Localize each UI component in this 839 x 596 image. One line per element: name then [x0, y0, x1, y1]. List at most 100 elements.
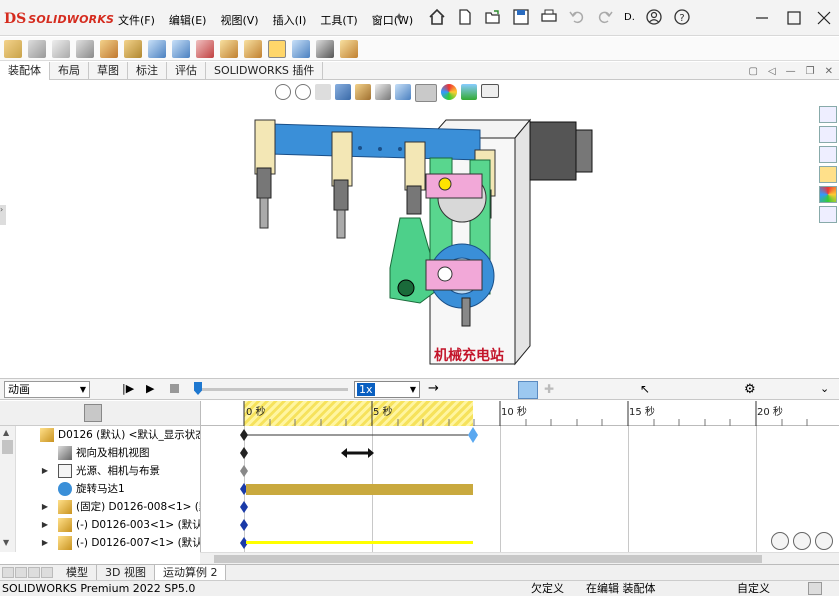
playback-slider-track[interactable]: [194, 388, 348, 391]
timeline-scrollbar[interactable]: [200, 552, 839, 564]
new-document-icon[interactable]: [456, 8, 474, 26]
new-motion-study-icon[interactable]: [220, 40, 238, 58]
mate-icon[interactable]: [28, 40, 46, 58]
menu-view[interactable]: 视图(V): [220, 12, 258, 28]
unit-system[interactable]: 自定义: [737, 581, 770, 596]
save-animation-icon[interactable]: [460, 382, 478, 400]
display-style-icon[interactable]: [395, 84, 411, 100]
move-component-icon[interactable]: [124, 40, 142, 58]
task-pane-home-icon[interactable]: [819, 106, 837, 123]
collapse-all-icon[interactable]: [174, 405, 192, 423]
zoom-to-fit-icon[interactable]: [275, 84, 291, 100]
tree-scrollbar[interactable]: ▲ ▼: [0, 426, 16, 552]
doc-minimize-icon[interactable]: —: [786, 66, 796, 77]
apply-scene-icon[interactable]: [461, 84, 477, 100]
playback-speed-select[interactable]: 1x ▼: [354, 381, 420, 398]
last-tab-icon[interactable]: [41, 567, 53, 578]
zoom-out-icon[interactable]: [815, 532, 833, 550]
menu-window[interactable]: 窗口(W): [372, 12, 413, 28]
help-icon[interactable]: ?: [673, 8, 691, 26]
menu-tools[interactable]: 工具(T): [320, 12, 357, 28]
doc-close-icon[interactable]: ✕: [825, 66, 833, 77]
tree-item-assembly[interactable]: ▲ D0126 (默认) <默认_显示状态: [0, 426, 200, 444]
spring-icon[interactable]: [596, 382, 614, 400]
assembly-model[interactable]: 机械充电站: [240, 108, 600, 370]
hide-show-items-icon[interactable]: [415, 84, 437, 102]
first-tab-icon[interactable]: [2, 567, 14, 578]
instant3d-icon[interactable]: [292, 40, 310, 58]
restore-panel-icon[interactable]: ▢: [748, 66, 757, 77]
design-library-icon[interactable]: [819, 126, 837, 143]
filter-driving-icon[interactable]: [108, 405, 126, 423]
assembly-features-icon[interactable]: [172, 40, 190, 58]
tab-motion-study[interactable]: 运动算例 2: [154, 565, 227, 580]
menu-edit[interactable]: 编辑(E): [169, 12, 207, 28]
force-icon[interactable]: ↖: [640, 382, 650, 396]
tree-item-part-003[interactable]: ▶ (-) D0126-003<1> (默认): [0, 516, 200, 534]
playback-slider-thumb[interactable]: [194, 382, 202, 395]
collapse-icon[interactable]: ◁: [768, 66, 776, 77]
redo-icon[interactable]: [596, 8, 614, 26]
results-plots-icon[interactable]: [714, 382, 732, 400]
tab-assembly[interactable]: 装配体: [0, 62, 50, 80]
solidworks-logo[interactable]: DS SOLIDWORKS: [4, 10, 114, 28]
tab-layout[interactable]: 布局: [50, 62, 89, 80]
damper-icon[interactable]: [618, 382, 636, 400]
gravity-icon[interactable]: [686, 382, 704, 400]
feature-tree-toggle[interactable]: ›: [0, 205, 6, 225]
file-explorer-icon[interactable]: [819, 146, 837, 163]
user-account-icon[interactable]: [645, 8, 663, 26]
smart-fasteners-icon[interactable]: [100, 40, 118, 58]
view-palette-icon[interactable]: [819, 166, 837, 183]
tab-addins[interactable]: SOLIDWORKS 插件: [206, 62, 324, 80]
zoom-area-icon[interactable]: [295, 84, 311, 100]
custom-properties-icon[interactable]: [819, 206, 837, 223]
next-tab-icon[interactable]: [28, 567, 40, 578]
tab-sketch[interactable]: 草图: [89, 62, 128, 80]
collapse-motion-manager-icon[interactable]: ⌄: [820, 382, 829, 395]
zoom-in-icon[interactable]: [793, 532, 811, 550]
playback-mode-icon[interactable]: →: [428, 381, 439, 396]
scroll-down-icon[interactable]: ▼: [3, 538, 9, 547]
snapshot-icon[interactable]: [316, 40, 334, 58]
tab-3d-views[interactable]: 3D 视图: [97, 565, 155, 580]
filter-results-icon[interactable]: [152, 405, 170, 423]
maximize-button[interactable]: [784, 8, 804, 28]
insert-component-icon[interactable]: [4, 40, 22, 58]
close-button[interactable]: [814, 8, 834, 28]
appearances-icon[interactable]: [819, 186, 837, 203]
previous-view-icon[interactable]: [315, 84, 331, 100]
study-properties-icon[interactable]: ⚙: [744, 382, 756, 397]
linear-pattern-icon[interactable]: [76, 40, 94, 58]
tree-item-orientation[interactable]: 视向及相机视图: [0, 444, 200, 462]
scroll-up-icon[interactable]: ▲: [3, 428, 9, 437]
undo-icon[interactable]: [568, 8, 586, 26]
contact-icon[interactable]: [662, 382, 680, 400]
view-settings-icon[interactable]: [481, 84, 499, 98]
tree-item-lights[interactable]: ▶ 光源、相机与布景: [0, 462, 200, 480]
tab-evaluate[interactable]: 评估: [167, 62, 206, 80]
status-options-icon[interactable]: [808, 582, 822, 595]
section-view-icon[interactable]: [335, 84, 351, 100]
print-icon[interactable]: [540, 8, 558, 26]
motor-icon[interactable]: [572, 382, 590, 400]
tab-model[interactable]: 模型: [58, 565, 97, 580]
pin-icon[interactable]: ✦: [394, 10, 404, 24]
play-icon[interactable]: ▶: [146, 382, 154, 395]
large-assembly-icon[interactable]: [340, 40, 358, 58]
open-folder-icon[interactable]: [484, 8, 502, 26]
expand-arrow-icon[interactable]: ▶: [40, 516, 50, 534]
tree-item-rotary-motor[interactable]: 旋转马达1: [0, 480, 200, 498]
exploded-view-icon[interactable]: [268, 40, 286, 58]
view-orientation-icon[interactable]: [375, 84, 391, 100]
expand-arrow-icon[interactable]: ▶: [40, 498, 50, 516]
tab-markup[interactable]: 标注: [128, 62, 167, 80]
filter-selected-icon[interactable]: [130, 405, 148, 423]
paperclip-icon[interactable]: [52, 40, 70, 58]
calculate-icon[interactable]: [98, 382, 116, 400]
minimize-button[interactable]: [752, 8, 772, 28]
bill-of-materials-icon[interactable]: [244, 40, 262, 58]
study-type-select[interactable]: 动画 ▼: [4, 381, 90, 398]
zoom-to-fit-icon[interactable]: [771, 532, 789, 550]
home-icon[interactable]: [428, 8, 446, 26]
